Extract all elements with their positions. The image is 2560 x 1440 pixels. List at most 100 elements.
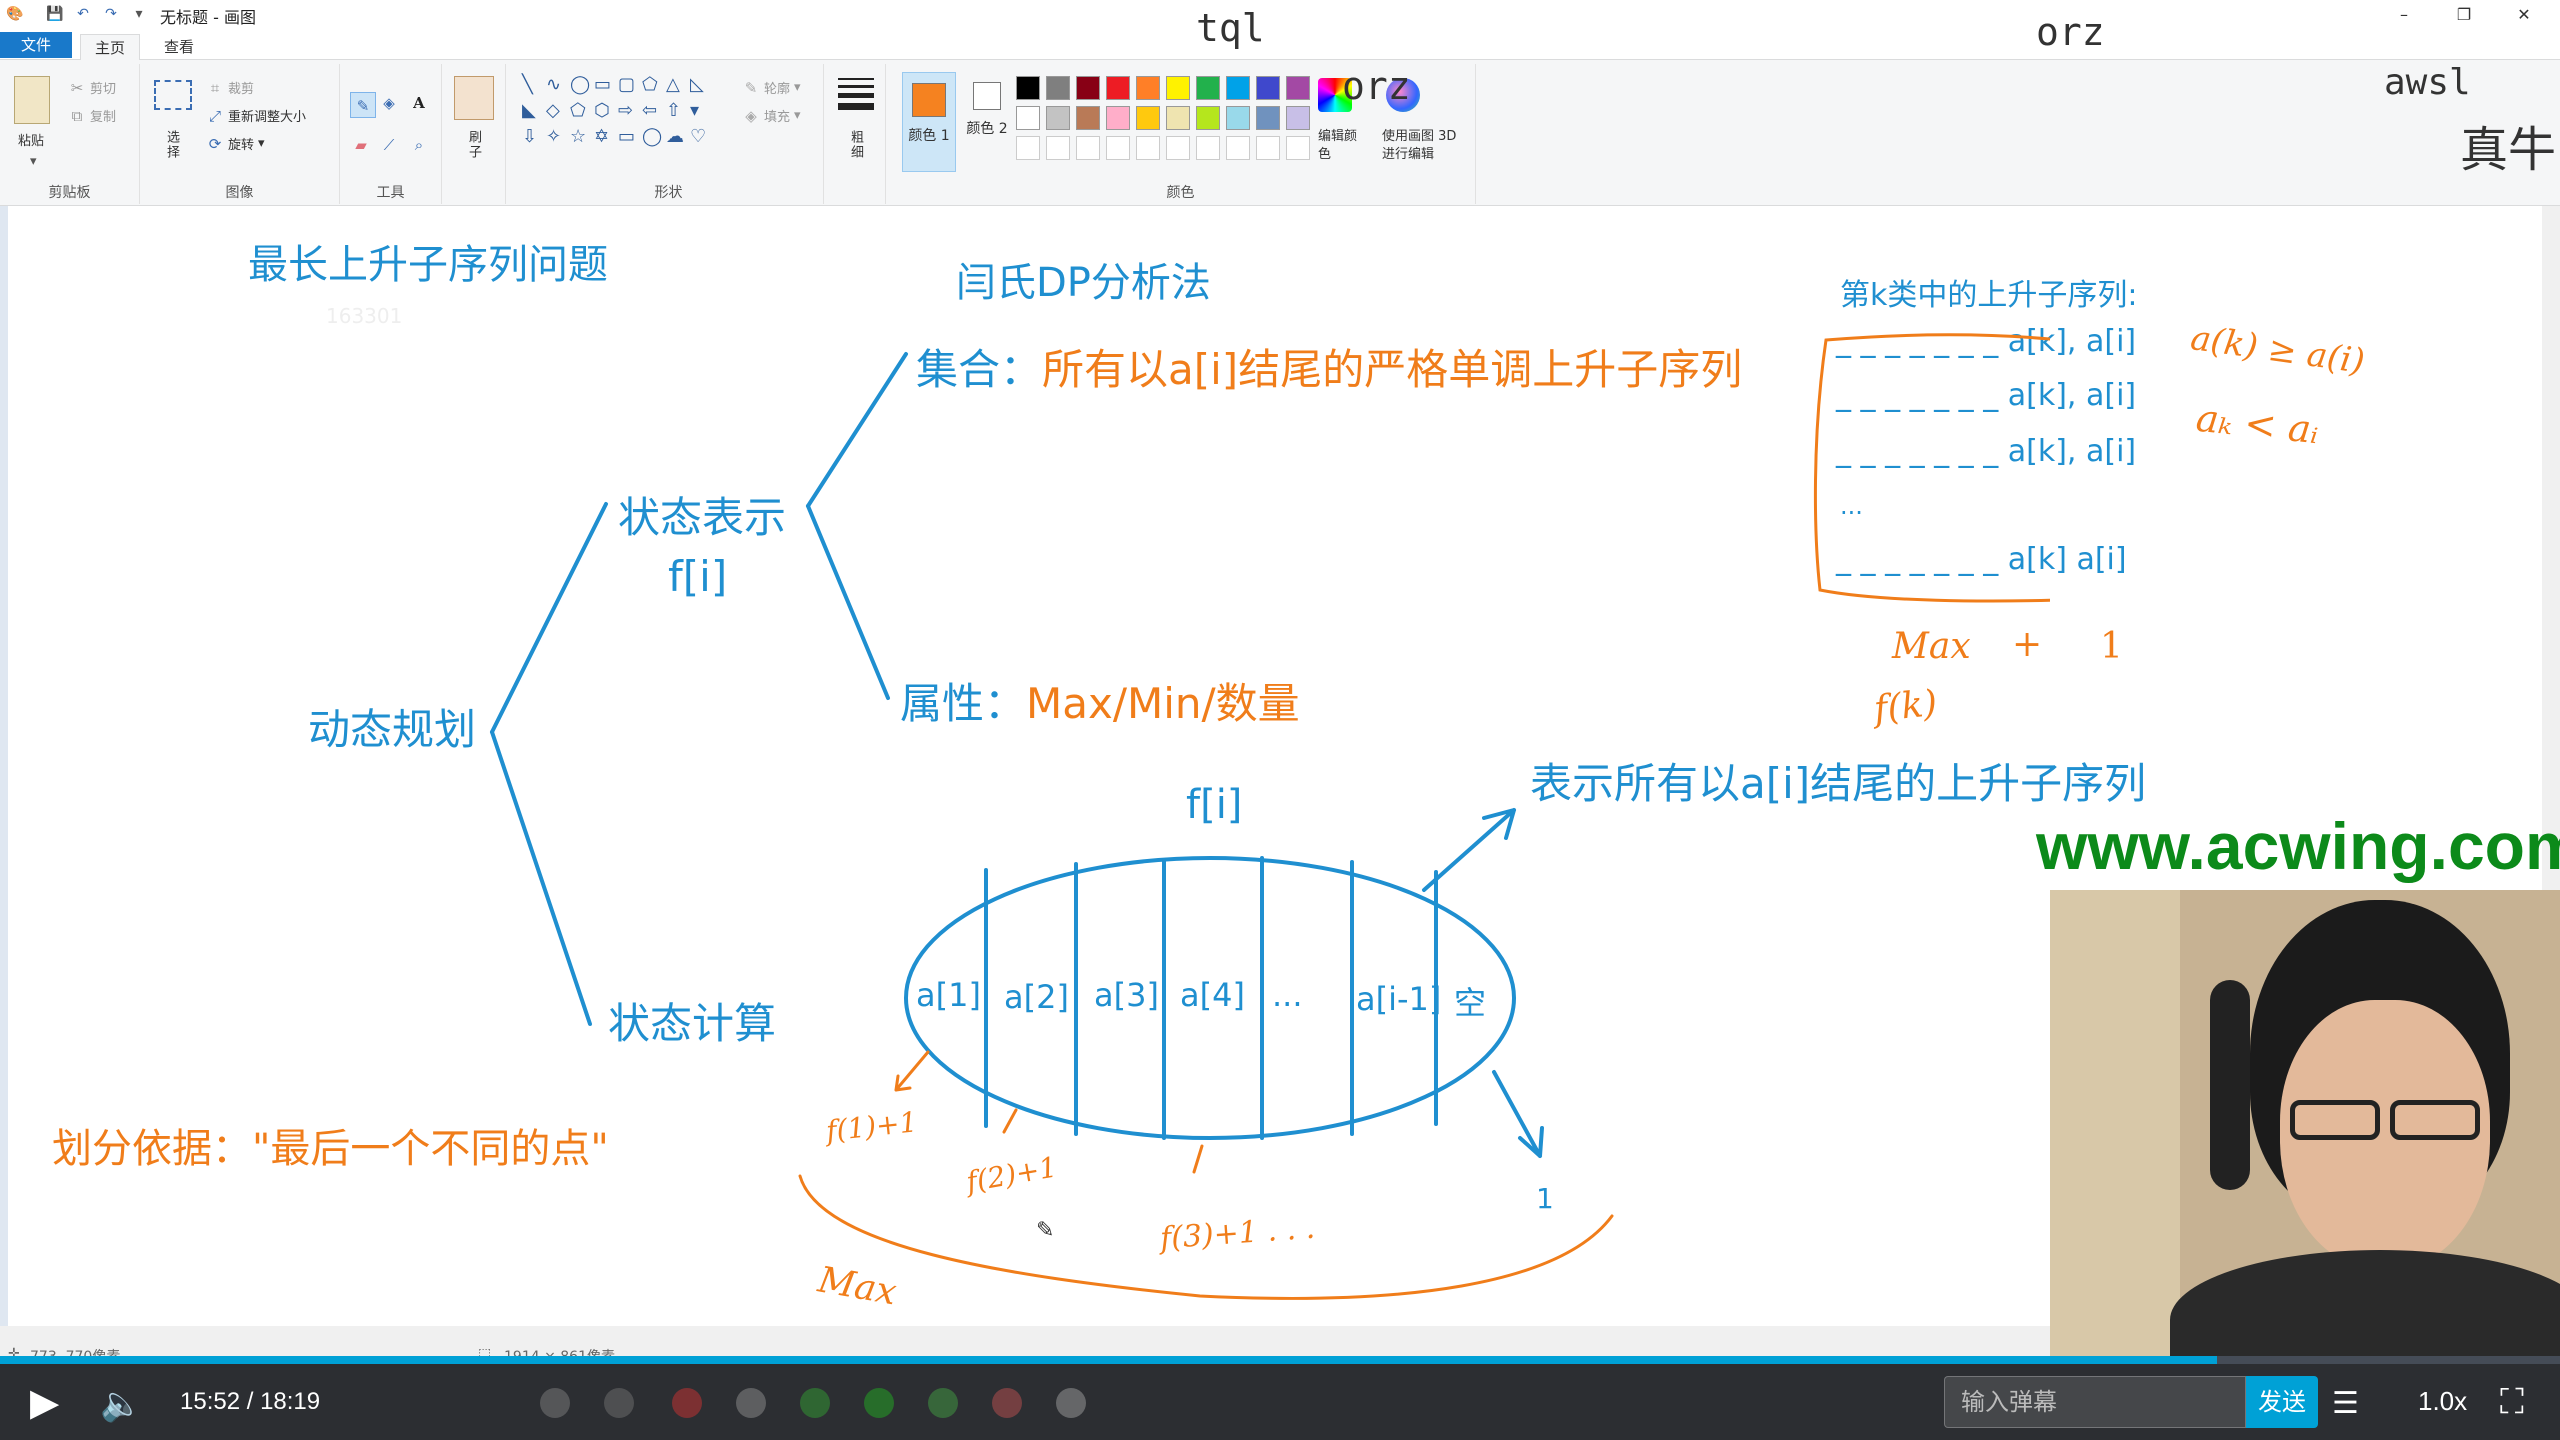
- custom-color-swatch[interactable]: [1286, 136, 1310, 160]
- edit-colors-button[interactable]: 编辑颜色: [1318, 128, 1358, 164]
- more-shapes-icon[interactable]: ▾: [690, 100, 714, 126]
- crop-button[interactable]: ⌗ 裁剪: [206, 78, 254, 98]
- resize-button[interactable]: ⤢ 重新调整大小: [206, 106, 306, 126]
- volume-icon[interactable]: 🔈: [100, 1384, 142, 1424]
- brush-icon[interactable]: [454, 76, 494, 120]
- color-swatch[interactable]: [1286, 76, 1310, 100]
- star5-shape-icon[interactable]: ☆: [570, 126, 594, 152]
- custom-color-swatch[interactable]: [1136, 136, 1160, 160]
- maximize-button[interactable]: ❐: [2434, 0, 2494, 28]
- rotate-button[interactable]: ⟳ 旋转 ▾: [206, 134, 265, 154]
- video-progress-bar[interactable]: [0, 1356, 2560, 1364]
- color-swatch[interactable]: [1136, 106, 1160, 130]
- color2-selector[interactable]: 颜色 2: [960, 72, 1014, 172]
- right-triangle-shape-icon[interactable]: ◺: [690, 74, 714, 100]
- callout-oval-shape-icon[interactable]: ◯: [642, 126, 666, 152]
- cut-button[interactable]: ✂ 剪切: [68, 78, 116, 98]
- color-swatch[interactable]: [1166, 76, 1190, 100]
- playback-speed-button[interactable]: 1.0x: [2418, 1386, 2467, 1417]
- size-button[interactable]: 粗细: [846, 130, 865, 160]
- paste-button[interactable]: 粘贴: [18, 130, 44, 149]
- custom-color-swatch[interactable]: [1226, 136, 1250, 160]
- danmaku-settings-icon[interactable]: ☰: [2332, 1386, 2359, 1421]
- close-button[interactable]: ✕: [2494, 0, 2554, 28]
- color-swatch[interactable]: [1076, 106, 1100, 130]
- customize-quick-access-icon[interactable]: ▾: [128, 3, 150, 25]
- tab-file[interactable]: 文件: [0, 32, 72, 58]
- magnifier-icon[interactable]: ⌕: [410, 136, 428, 154]
- undo-icon[interactable]: ↶: [72, 3, 94, 25]
- horizontal-scrollbar[interactable]: [0, 1326, 2050, 1344]
- fill-bucket-icon[interactable]: ◈: [380, 94, 398, 112]
- rounded-rectangle-shape-icon[interactable]: ▢: [618, 74, 642, 100]
- curve-shape-icon[interactable]: ∿: [546, 74, 570, 100]
- color-swatch[interactable]: [1286, 106, 1310, 130]
- brush-button[interactable]: 刷子: [464, 130, 483, 160]
- custom-color-swatch[interactable]: [1106, 136, 1130, 160]
- line-shape-icon[interactable]: ╲: [522, 74, 546, 100]
- paste-icon[interactable]: [14, 76, 50, 124]
- diamond-shape-icon[interactable]: ◇: [546, 100, 570, 126]
- custom-color-swatch[interactable]: [1016, 136, 1040, 160]
- tab-view[interactable]: 查看: [150, 34, 208, 60]
- heart-shape-icon[interactable]: ♡: [690, 126, 714, 152]
- color-swatch[interactable]: [1016, 76, 1040, 100]
- fullscreen-icon[interactable]: ⛶: [2500, 1382, 2524, 1422]
- copy-button[interactable]: ⧉ 复制: [68, 106, 116, 126]
- color-swatch[interactable]: [1046, 76, 1070, 100]
- polygon-shape-icon[interactable]: ⬠: [642, 74, 666, 100]
- arrow-left-shape-icon[interactable]: ⇦: [642, 100, 666, 126]
- paint-canvas[interactable]: 最长上升子序列问题 163301 闫氏DP分析法 动态规划 状态表示 f[i] …: [0, 206, 2367, 1326]
- shapes-gallery[interactable]: ╲ ∿ ◯ ▭ ▢ ⬠ △ ◺ ◣ ◇ ⬠ ⬡ ⇨ ⇦ ⇧ ▾ ⇩ ✧ ☆ ✡ ▭ ◯ ☁ ♡: [522, 74, 722, 152]
- pentagon-shape-icon[interactable]: ⬠: [570, 100, 594, 126]
- color-swatch[interactable]: [1136, 76, 1160, 100]
- color-swatch[interactable]: [1076, 76, 1100, 100]
- select-button[interactable]: 选择: [162, 130, 181, 160]
- custom-color-swatch[interactable]: [1076, 136, 1100, 160]
- oval-shape-icon[interactable]: ◯: [570, 74, 594, 100]
- danmaku-input[interactable]: 输入弹幕: [1944, 1376, 2246, 1428]
- paste-dropdown-icon[interactable]: ▾: [30, 154, 37, 169]
- text-tool-icon[interactable]: A: [410, 94, 428, 112]
- arrow-down-shape-icon[interactable]: ⇩: [522, 126, 546, 152]
- color-swatch[interactable]: [1196, 76, 1220, 100]
- color1-selector[interactable]: 颜色 1: [902, 72, 956, 172]
- callout-rect-shape-icon[interactable]: ▭: [618, 126, 642, 152]
- arrow-up-shape-icon[interactable]: ⇧: [666, 100, 690, 126]
- color-swatch[interactable]: [1256, 76, 1280, 100]
- pencil-icon[interactable]: ✎: [350, 92, 376, 118]
- color-swatch[interactable]: [1256, 106, 1280, 130]
- custom-color-swatch[interactable]: [1046, 136, 1070, 160]
- star4-shape-icon[interactable]: ✧: [546, 126, 570, 152]
- arrow-right-shape-icon[interactable]: ⇨: [618, 100, 642, 126]
- color-palette[interactable]: [1016, 76, 1312, 162]
- color-swatch[interactable]: [1106, 106, 1130, 130]
- minimize-button[interactable]: –: [2374, 0, 2434, 28]
- callout-cloud-shape-icon[interactable]: ☁: [666, 126, 690, 152]
- save-icon[interactable]: 💾: [44, 3, 66, 25]
- fill-button[interactable]: ◈ 填充 ▾: [742, 106, 800, 126]
- custom-color-swatch[interactable]: [1256, 136, 1280, 160]
- triangle-shape-icon[interactable]: △: [666, 74, 690, 100]
- line-size-icon[interactable]: [838, 78, 874, 110]
- color-swatch[interactable]: [1016, 106, 1040, 130]
- paint3d-button[interactable]: 使用画图 3D 进行编辑: [1382, 128, 1470, 164]
- color-picker-icon[interactable]: ⟋: [380, 136, 398, 154]
- color-swatch[interactable]: [1226, 76, 1250, 100]
- redo-icon[interactable]: ↷: [100, 3, 122, 25]
- tab-home[interactable]: 主页: [80, 34, 141, 60]
- custom-color-swatch[interactable]: [1166, 136, 1190, 160]
- custom-color-swatch[interactable]: [1196, 136, 1220, 160]
- rectangle-shape-icon[interactable]: ▭: [594, 74, 618, 100]
- color-swatch[interactable]: [1166, 106, 1190, 130]
- color-swatch[interactable]: [1106, 76, 1130, 100]
- outline-button[interactable]: ✎ 轮廓 ▾: [742, 78, 801, 98]
- hexagon-shape-icon[interactable]: ⬡: [594, 100, 618, 126]
- color-swatch[interactable]: [1226, 106, 1250, 130]
- color-swatch[interactable]: [1196, 106, 1220, 130]
- select-icon[interactable]: [154, 80, 192, 110]
- color-swatch[interactable]: [1046, 106, 1070, 130]
- play-button[interactable]: ▶: [30, 1380, 59, 1424]
- right-triangle2-shape-icon[interactable]: ◣: [522, 100, 546, 126]
- send-danmaku-button[interactable]: 发送: [2246, 1376, 2318, 1428]
